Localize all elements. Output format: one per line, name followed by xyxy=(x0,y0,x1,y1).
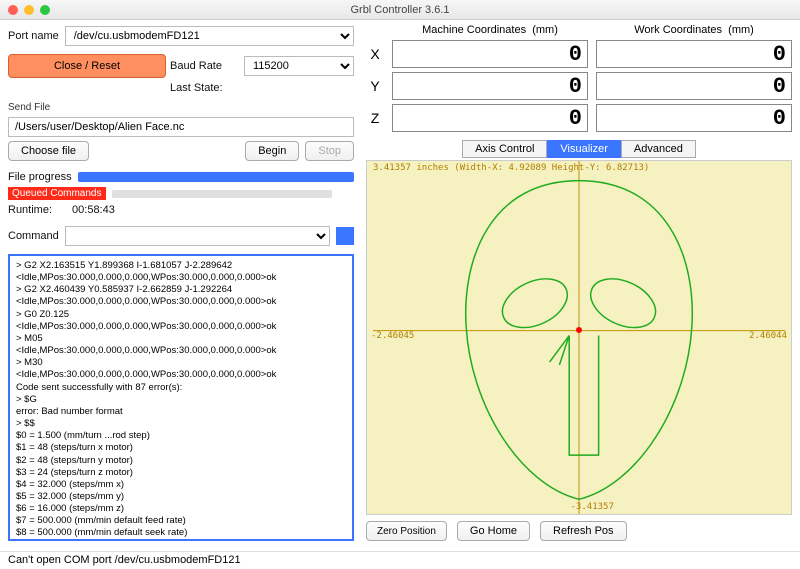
machine-y-value: 0 xyxy=(392,72,588,100)
titlebar: Grbl Controller 3.6.1 xyxy=(0,0,800,20)
machine-coords-label: Machine Coordinates xyxy=(422,24,526,36)
axis-y-label: Y xyxy=(366,78,384,94)
status-bar: Can't open COM port /dev/cu.usbmodemFD12… xyxy=(0,551,800,569)
tab-advanced[interactable]: Advanced xyxy=(621,140,696,158)
visualizer-canvas[interactable]: 3.41357 inches (Width-X: 4.92089 Height-… xyxy=(366,160,792,515)
baud-rate-label: Baud Rate xyxy=(170,60,240,72)
send-file-label: Send File xyxy=(8,102,354,113)
last-state-label: Last State: xyxy=(170,82,240,94)
machine-z-value: 0 xyxy=(392,104,588,132)
machine-x-value: 0 xyxy=(392,40,588,68)
command-label: Command xyxy=(8,230,59,242)
work-z-value: 0 xyxy=(596,104,792,132)
close-reset-button[interactable]: Close / Reset xyxy=(8,54,166,78)
window-title: Grbl Controller 3.6.1 xyxy=(0,4,800,16)
command-input[interactable] xyxy=(65,226,330,246)
work-unit: (mm) xyxy=(728,24,754,36)
queued-commands-label: Queued Commands xyxy=(8,187,106,200)
port-name-label: Port name xyxy=(8,30,59,42)
work-coords-label: Work Coordinates xyxy=(634,24,722,36)
origin-dot-icon xyxy=(576,327,582,333)
go-home-button[interactable]: Go Home xyxy=(457,521,530,541)
runtime-label: Runtime: xyxy=(8,204,52,216)
visualizer-svg xyxy=(367,161,791,514)
refresh-pos-button[interactable]: Refresh Pos xyxy=(540,521,627,541)
viz-x-min: -2.46045 xyxy=(371,331,414,341)
choose-file-button[interactable]: Choose file xyxy=(8,141,89,161)
baud-rate-select[interactable]: 115200 xyxy=(244,56,354,76)
file-progress-bar xyxy=(78,172,354,182)
viz-y-min: -3.41357 xyxy=(571,502,614,512)
tab-bar: Axis Control Visualizer Advanced xyxy=(366,140,792,158)
zero-position-button[interactable]: Zero Position xyxy=(366,521,447,541)
tab-axis-control[interactable]: Axis Control xyxy=(462,140,547,158)
queued-commands-bar xyxy=(112,190,332,198)
viz-x-max: 2.46044 xyxy=(749,331,787,341)
port-name-select[interactable]: /dev/cu.usbmodemFD121 xyxy=(65,26,354,46)
command-send-button[interactable] xyxy=(336,227,354,245)
left-panel: Port name /dev/cu.usbmodemFD121 Close / … xyxy=(0,20,362,545)
begin-button[interactable]: Begin xyxy=(245,141,299,161)
runtime-value: 00:58:43 xyxy=(72,204,115,216)
axis-z-label: Z xyxy=(366,110,384,126)
axis-x-label: X xyxy=(366,46,384,62)
file-path-input[interactable] xyxy=(8,117,354,137)
file-progress-label: File progress xyxy=(8,171,72,183)
work-x-value: 0 xyxy=(596,40,792,68)
console-output[interactable]: > G2 X2.163515 Y1.899368 I-1.681057 J-2.… xyxy=(8,254,354,541)
tab-visualizer[interactable]: Visualizer xyxy=(547,140,621,158)
machine-unit: (mm) xyxy=(532,24,558,36)
stop-button[interactable]: Stop xyxy=(305,141,354,161)
right-panel: Machine Coordinates (mm) Work Coordinate… xyxy=(362,20,800,545)
work-y-value: 0 xyxy=(596,72,792,100)
